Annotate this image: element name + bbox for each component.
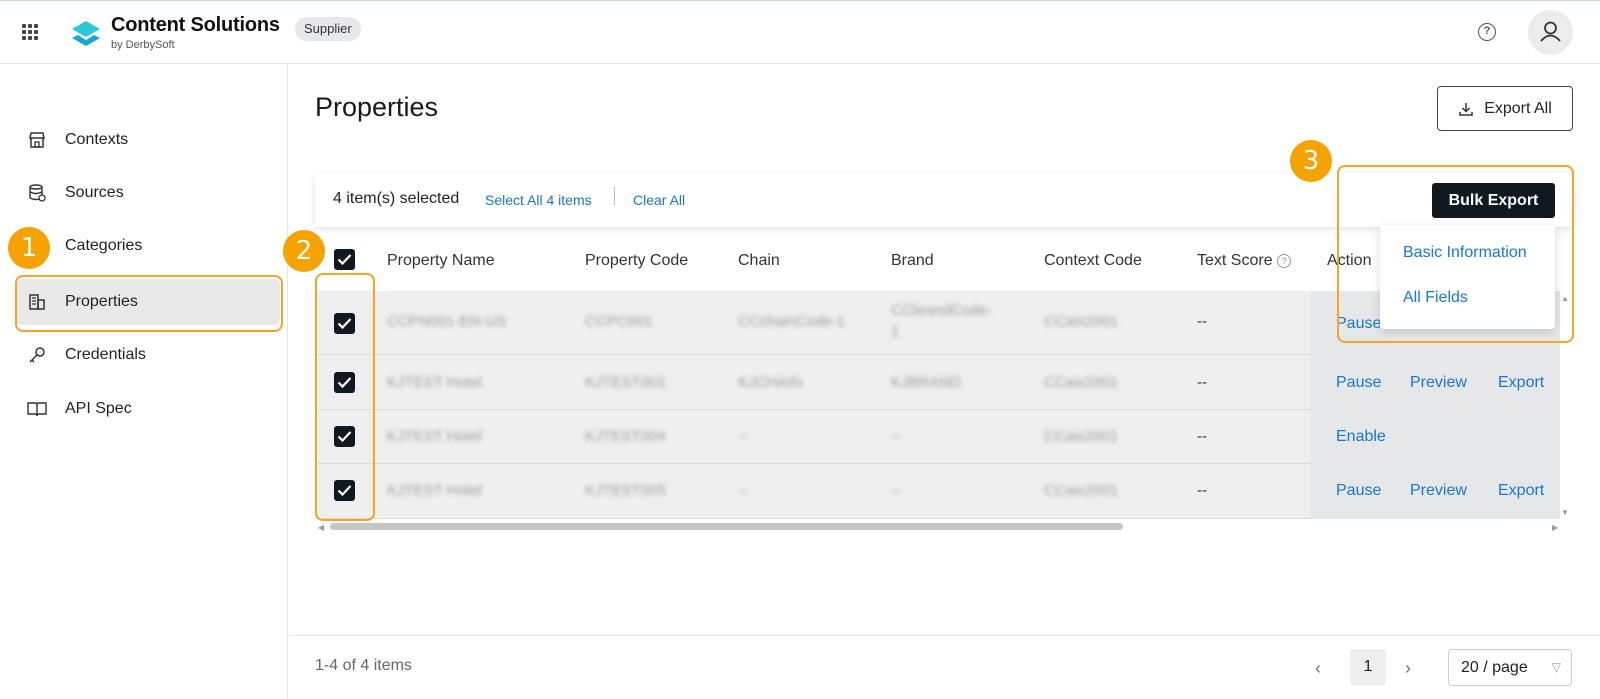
- role-tag: Supplier: [295, 17, 361, 41]
- chevron-down-icon: ▽: [1551, 660, 1561, 674]
- property-code-cell: CCPC001: [585, 313, 653, 330]
- sidebar-item-categories[interactable]: Categories: [16, 223, 280, 269]
- pause-link[interactable]: Pause: [1336, 374, 1381, 392]
- properties-highlight: [15, 275, 283, 332]
- column-header[interactable]: Context Code: [1044, 252, 1142, 270]
- download-icon: [1459, 102, 1473, 116]
- column-header[interactable]: Text Score ?: [1197, 252, 1292, 270]
- info-icon[interactable]: ?: [1277, 254, 1292, 268]
- top-header: Content Solutions by DerbySoft Supplier …: [0, 0, 1600, 64]
- select-all-checkbox[interactable]: [334, 249, 355, 270]
- sidebar-item-label: API Spec: [65, 400, 132, 417]
- page-size-select[interactable]: 20 / page ▽: [1448, 649, 1572, 686]
- book-icon: [26, 398, 48, 420]
- preview-link[interactable]: Preview: [1410, 374, 1467, 392]
- total-count: 1-4 of 4 items: [315, 657, 412, 674]
- sidebar-item-sources[interactable]: Sources: [16, 170, 280, 216]
- chain-cell: --: [738, 428, 748, 445]
- chain-cell: --: [738, 482, 748, 499]
- export-link[interactable]: Export: [1498, 482, 1544, 500]
- export-all-button[interactable]: Export All: [1437, 86, 1573, 131]
- brand-cell: CCbrandCode-: [891, 302, 992, 319]
- app-title: Content Solutions: [111, 14, 280, 36]
- horizontal-scrollbar[interactable]: [330, 523, 1123, 530]
- property-name-cell: KJTEST Hotel: [387, 482, 482, 499]
- scroll-up-icon[interactable]: ▲: [1561, 294, 1569, 303]
- column-header[interactable]: Brand: [891, 252, 934, 270]
- page-size-value: 20 / page: [1461, 659, 1528, 676]
- property-code-cell: KJTEST004: [585, 428, 666, 445]
- page-title: Properties: [315, 92, 439, 122]
- column-header[interactable]: Property Name: [387, 252, 495, 270]
- brand-cell: --: [891, 428, 901, 445]
- property-code-cell: KJTEST001: [585, 374, 666, 391]
- store-icon: [26, 129, 48, 151]
- user-icon: [1540, 21, 1561, 42]
- select-all-link[interactable]: Select All 4 items: [485, 192, 592, 208]
- check-icon: [337, 254, 352, 266]
- selected-count: 4 item(s) selected: [333, 190, 460, 207]
- bulk-export-highlight: [1337, 165, 1574, 343]
- property-name-cell: CCPN001-EN-US: [387, 313, 507, 330]
- context-code-cell: CCaix2001: [1044, 482, 1119, 499]
- checkbox-highlight: [315, 273, 375, 521]
- sidebar-item-label: Contexts: [65, 131, 129, 148]
- pause-link[interactable]: Pause: [1336, 482, 1381, 500]
- scroll-down-icon[interactable]: ▼: [1561, 508, 1569, 517]
- chain-cell: KJCHAIN: [738, 374, 803, 391]
- brand-cell: KJBRAND: [891, 374, 962, 391]
- scroll-right-icon[interactable]: ▶: [1552, 523, 1558, 532]
- prev-page-icon[interactable]: ‹: [1315, 658, 1321, 679]
- sidebar-item-api-spec[interactable]: API Spec: [16, 386, 280, 432]
- help-icon[interactable]: ?: [1478, 23, 1496, 41]
- context-code-cell: CCaix2001: [1044, 428, 1119, 445]
- text-score-cell: --: [1197, 428, 1207, 445]
- text-score-cell: --: [1197, 482, 1207, 499]
- brand-cell: --: [891, 482, 901, 499]
- footer-divider: [289, 635, 1600, 636]
- column-header[interactable]: Property Code: [585, 252, 688, 270]
- database-icon: [26, 182, 48, 204]
- clear-all-link[interactable]: Clear All: [633, 192, 685, 208]
- sidebar-item-credentials[interactable]: Credentials: [16, 332, 280, 378]
- export-link[interactable]: Export: [1498, 374, 1544, 392]
- context-code-cell: CCaix2001: [1044, 313, 1119, 330]
- scroll-left-icon[interactable]: ◀: [318, 523, 324, 532]
- apps-grid-icon[interactable]: [22, 24, 38, 40]
- brand-cell-wrap: 1: [891, 323, 900, 340]
- text-score-cell: --: [1197, 374, 1207, 391]
- step-badge-2: 2: [283, 230, 325, 272]
- export-all-label: Export All: [1484, 99, 1552, 117]
- column-header[interactable]: Chain: [738, 252, 780, 270]
- property-name-cell: KJTEST Hotel: [387, 428, 482, 445]
- app-subtitle: by DerbySoft: [111, 39, 175, 51]
- brand-logo: [72, 21, 100, 46]
- property-name-cell: KJTEST Hotel: [387, 374, 482, 391]
- text-score-cell: --: [1197, 313, 1207, 330]
- divider: [614, 187, 615, 205]
- key-icon: [26, 344, 48, 366]
- property-code-cell: KJTEST005: [585, 482, 666, 499]
- page-number[interactable]: 1: [1350, 649, 1386, 685]
- avatar[interactable]: [1528, 10, 1573, 55]
- chain-cell: CCchainCode-1: [738, 313, 845, 330]
- sidebar-item-contexts[interactable]: Contexts: [16, 117, 280, 163]
- text-score-label: Text Score: [1197, 252, 1273, 269]
- sidebar-item-label: Sources: [65, 184, 124, 201]
- enable-link[interactable]: Enable: [1336, 428, 1386, 446]
- sidebar-item-label: Categories: [65, 237, 143, 254]
- sidebar-item-label: Credentials: [65, 346, 146, 363]
- preview-link[interactable]: Preview: [1410, 482, 1467, 500]
- context-code-cell: CCaix2001: [1044, 374, 1119, 391]
- step-badge-3: 3: [1290, 140, 1332, 182]
- next-page-icon[interactable]: ›: [1405, 658, 1411, 679]
- step-badge-1: 1: [8, 227, 50, 269]
